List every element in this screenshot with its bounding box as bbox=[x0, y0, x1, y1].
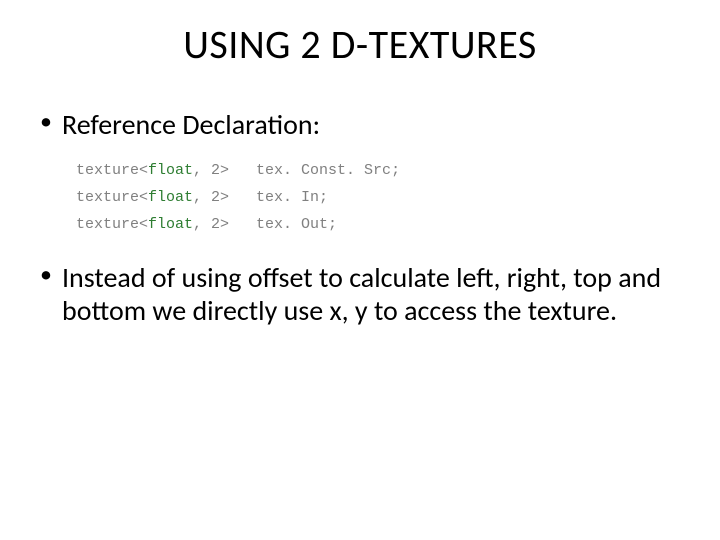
code-keyword: float bbox=[148, 189, 193, 206]
code-token: texture< bbox=[76, 189, 148, 206]
code-block: texture<float, 2> tex. Const. Src; textu… bbox=[76, 162, 684, 233]
code-line-2: texture<float, 2> tex. In; bbox=[76, 189, 684, 206]
code-token: texture< bbox=[76, 216, 148, 233]
code-keyword: float bbox=[148, 216, 193, 233]
code-token: , 2> tex. Out; bbox=[193, 216, 337, 233]
bullet-reference-declaration: Reference Declaration: bbox=[36, 108, 684, 142]
code-token: texture< bbox=[76, 162, 148, 179]
code-token: , 2> tex. In; bbox=[193, 189, 328, 206]
code-keyword: float bbox=[148, 162, 193, 179]
bullet-instead-of-offset: Instead of using offset to calculate lef… bbox=[36, 261, 684, 328]
slide-body: Reference Declaration: texture<float, 2>… bbox=[36, 108, 684, 336]
code-line-1: texture<float, 2> tex. Const. Src; bbox=[76, 162, 684, 179]
slide-title: USING 2 D-TEXTURES bbox=[0, 20, 720, 69]
slide: USING 2 D-TEXTURES Reference Declaration… bbox=[0, 0, 720, 540]
code-line-3: texture<float, 2> tex. Out; bbox=[76, 216, 684, 233]
code-token: , 2> tex. Const. Src; bbox=[193, 162, 400, 179]
